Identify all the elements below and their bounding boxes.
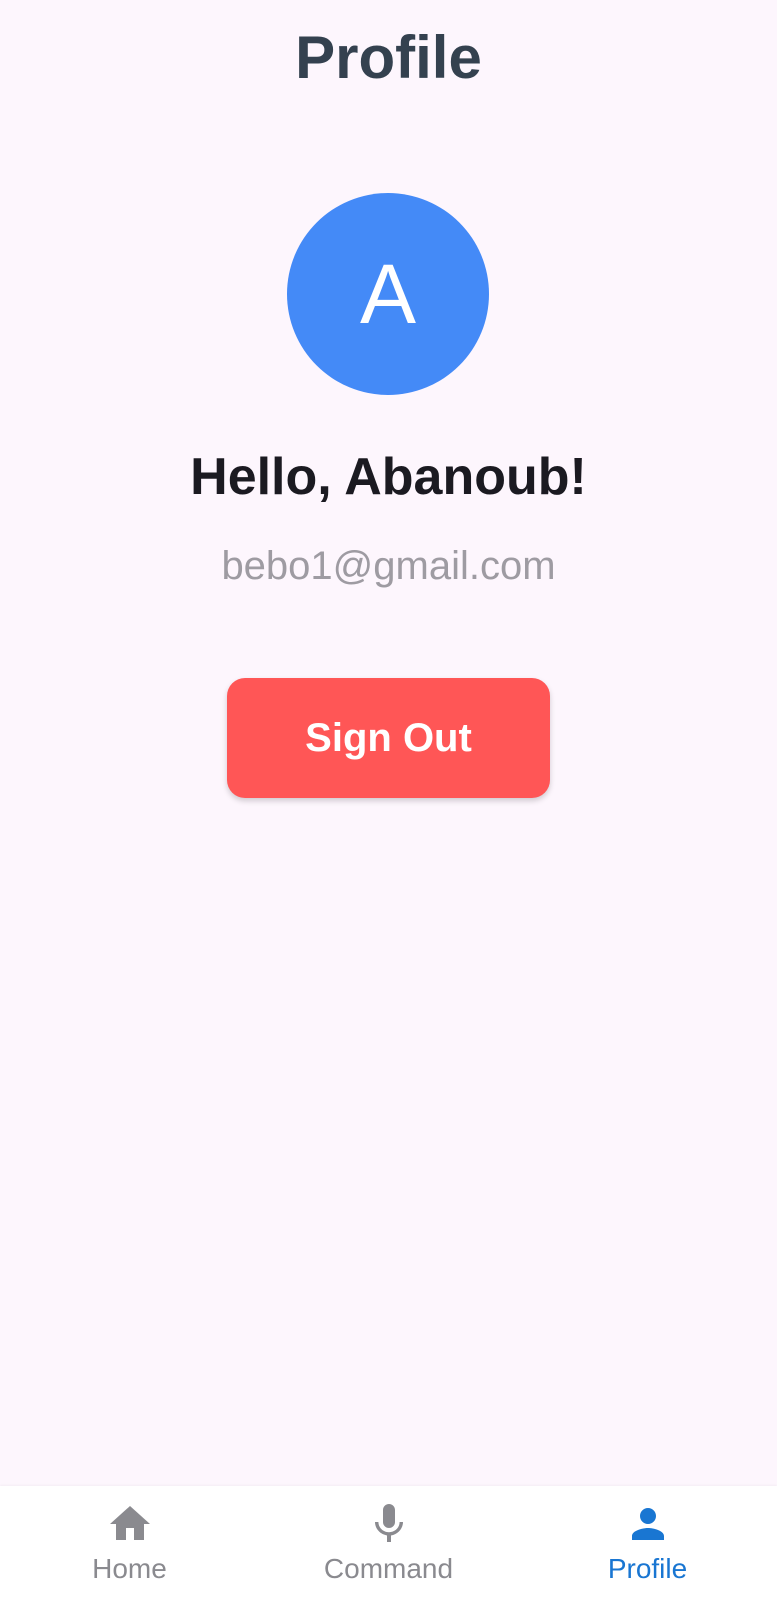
nav-label-command: Command — [323, 1553, 454, 1584]
home-icon — [109, 1506, 150, 1540]
person-icon — [631, 1508, 664, 1540]
avatar: A — [287, 193, 489, 395]
microphone-icon — [374, 1504, 403, 1542]
page-title: Profile — [295, 24, 482, 91]
avatar-initial: A — [359, 247, 417, 341]
nav-item-home[interactable]: Home — [0, 1486, 259, 1600]
nav-label-home: Home — [92, 1553, 167, 1584]
bottom-navigation: Home Command Profile — [0, 1486, 777, 1600]
greeting-text: Hello, Abanoub! — [190, 448, 587, 506]
user-email: bebo1@gmail.com — [221, 544, 556, 588]
nav-label-profile: Profile — [607, 1553, 688, 1584]
nav-item-command[interactable]: Command — [259, 1486, 518, 1600]
nav-item-profile[interactable]: Profile — [518, 1486, 777, 1600]
sign-out-button[interactable]: Sign Out — [227, 678, 550, 798]
